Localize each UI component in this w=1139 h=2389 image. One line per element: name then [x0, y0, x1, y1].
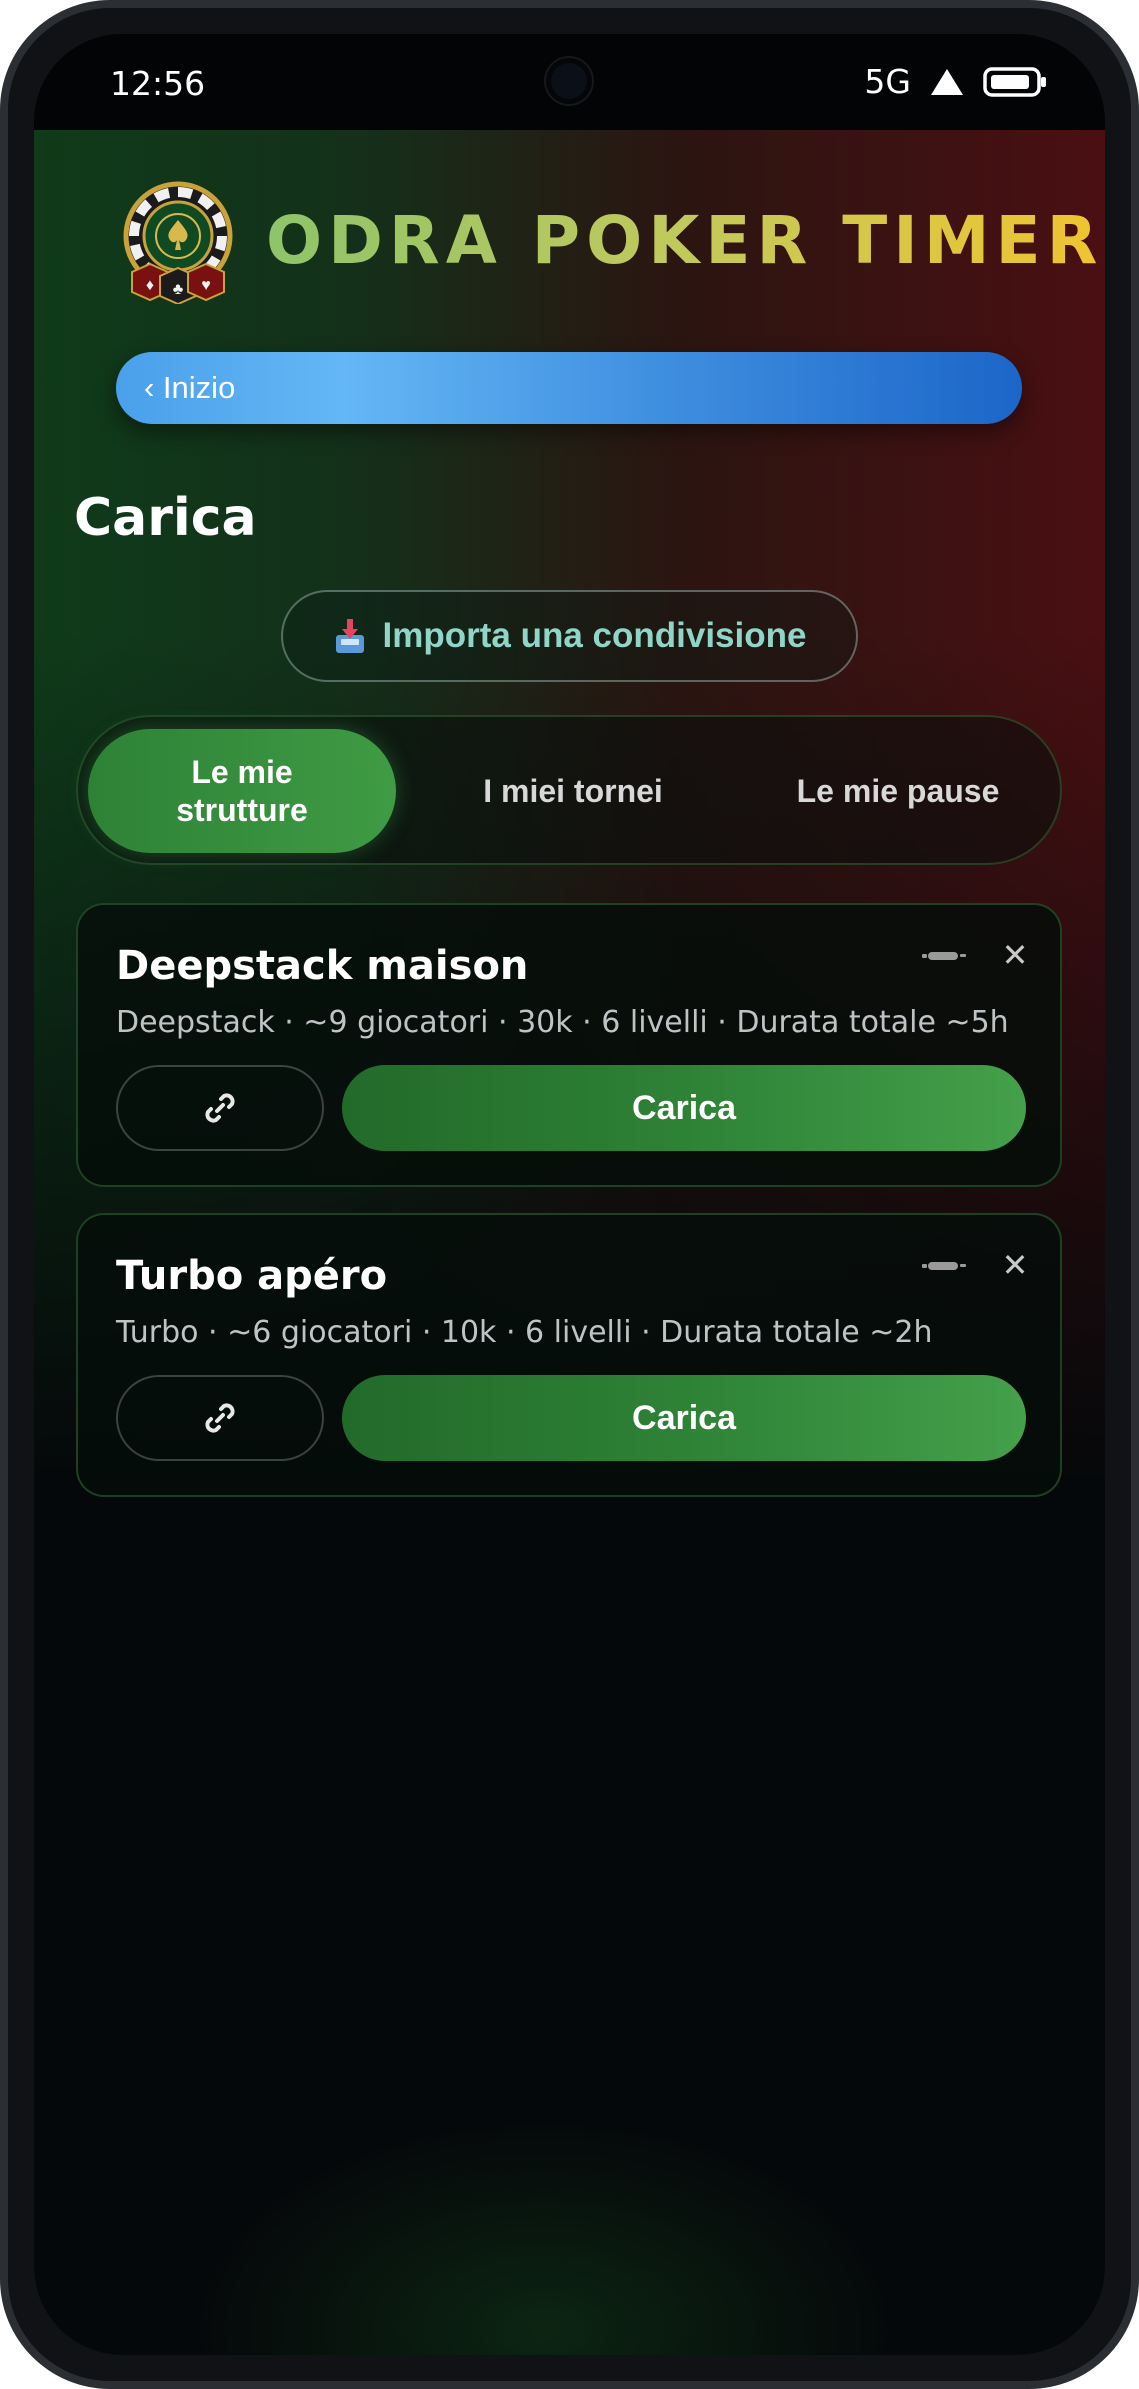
tab-my-breaks[interactable]: Le mie pause: [738, 729, 1058, 853]
screen: 12:56 5G ♦ ♣ ♥ ODRA POKER TIMER ‹ Inizio…: [34, 34, 1105, 2355]
tab-bar: Le mie strutture I miei tornei Le mie pau…: [76, 715, 1062, 865]
back-button-label: ‹ Inizio: [144, 370, 236, 405]
svg-text:♣: ♣: [173, 281, 184, 298]
front-camera: [546, 58, 592, 104]
structure-title: Deepstack maison: [116, 943, 529, 989]
structure-meta: Deepstack · ~9 giocatori · 30k · 6 livel…: [116, 1005, 1009, 1040]
tab-my-tournaments[interactable]: I miei tornei: [408, 729, 738, 853]
app-title: ODRA POKER TIMER: [266, 202, 1104, 279]
app-content: ♦ ♣ ♥ ODRA POKER TIMER ‹ Inizio Carica I…: [34, 130, 1105, 2355]
structure-card: Deepstack maison ✕ Deepstack · ~9 giocat…: [76, 903, 1062, 1187]
network-type: 5G: [864, 62, 911, 101]
phone-frame: 12:56 5G ♦ ♣ ♥ ODRA POKER TIMER ‹ Inizio…: [0, 0, 1139, 2389]
status-bar: 12:56 5G: [34, 34, 1105, 130]
inbox-tray-icon: [335, 619, 364, 653]
delete-close-icon[interactable]: ✕: [1000, 1245, 1030, 1285]
share-link-button[interactable]: [116, 1375, 324, 1461]
status-indicators: 5G: [864, 62, 1047, 101]
drag-handle-icon[interactable]: [922, 949, 966, 963]
delete-close-icon[interactable]: ✕: [1000, 935, 1030, 975]
link-icon: [205, 1403, 235, 1433]
back-button[interactable]: ‹ Inizio: [116, 352, 1022, 424]
svg-text:♦: ♦: [146, 277, 154, 294]
app-header: ♦ ♣ ♥ ODRA POKER TIMER: [34, 130, 1105, 360]
link-icon: [205, 1093, 235, 1123]
load-button[interactable]: Carica: [342, 1065, 1026, 1151]
structure-title: Turbo apéro: [116, 1253, 388, 1299]
drag-handle-icon[interactable]: [922, 1259, 966, 1273]
import-share-button[interactable]: Importa una condivisione: [281, 590, 858, 682]
page-title: Carica: [74, 488, 257, 548]
structure-card: Turbo apéro ✕ Turbo · ~6 giocatori · 10k…: [76, 1213, 1062, 1497]
battery-icon: [983, 66, 1046, 97]
poker-chip-logo-icon: ♦ ♣ ♥: [123, 181, 233, 304]
structure-meta: Turbo · ~6 giocatori · 10k · 6 livelli ·…: [116, 1315, 933, 1350]
share-link-button[interactable]: [116, 1065, 324, 1151]
tab-my-structures[interactable]: Le mie strutture: [88, 729, 396, 853]
import-share-label: Importa una condivisione: [382, 616, 807, 655]
signal-icon: [931, 68, 963, 95]
status-time: 12:56: [110, 64, 206, 103]
svg-text:♥: ♥: [201, 277, 211, 294]
load-button[interactable]: Carica: [342, 1375, 1026, 1461]
